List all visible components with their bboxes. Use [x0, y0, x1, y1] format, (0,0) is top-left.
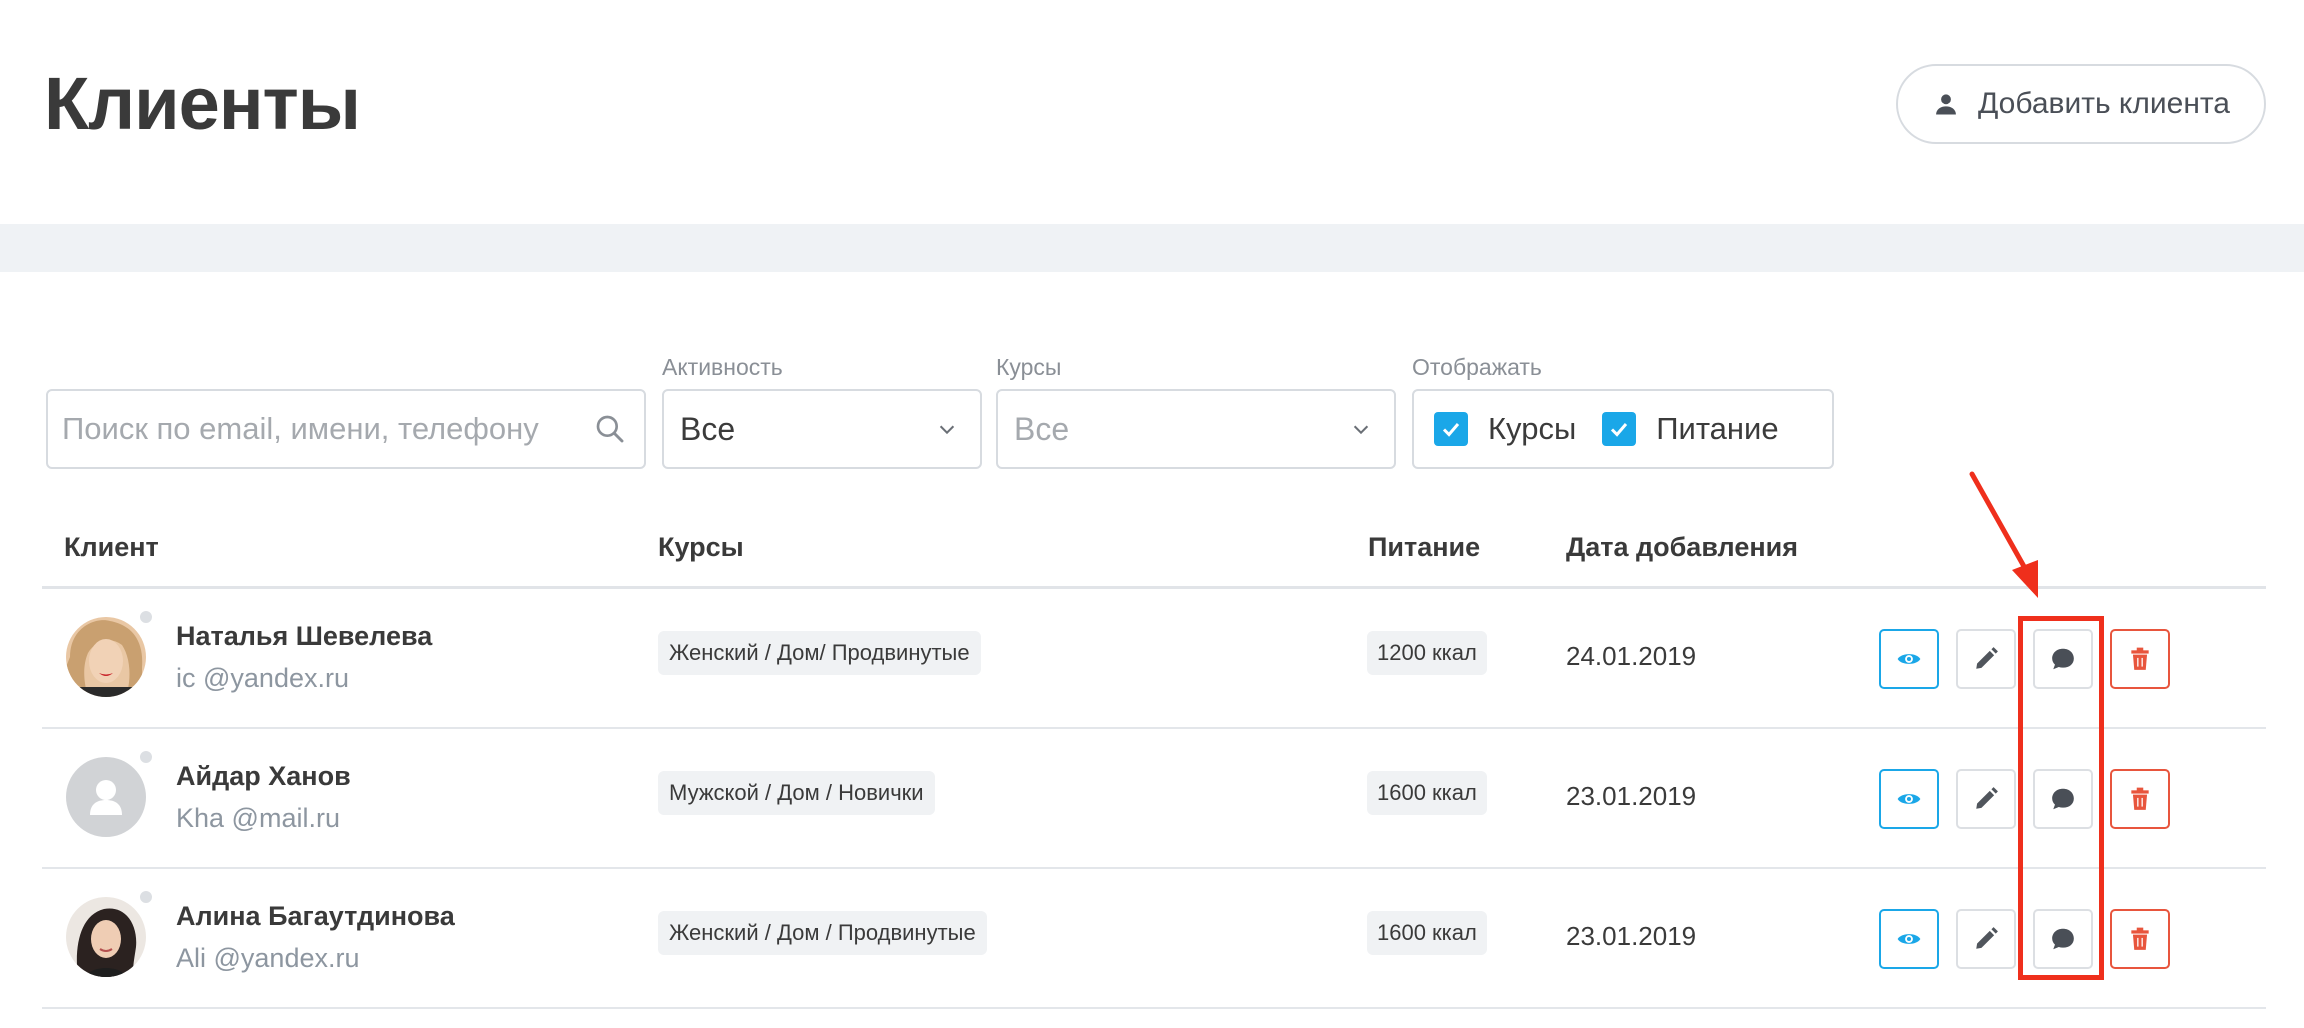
display-courses-label: Курсы [1488, 411, 1577, 446]
activity-select-value: Все [680, 410, 736, 447]
column-header-nutrition[interactable]: Питание [1368, 532, 1480, 563]
chevron-down-icon [1353, 425, 1369, 435]
search-icon[interactable] [594, 413, 626, 445]
trash-icon [2131, 647, 2149, 670]
add-client-button[interactable]: Добавить клиента [1896, 64, 2266, 144]
eye-icon [1897, 654, 1921, 664]
avatar[interactable] [66, 897, 146, 977]
column-header-date-added[interactable]: Дата добавления [1566, 532, 1798, 563]
pencil-icon [1976, 787, 1998, 809]
display-filter-label: Отображать [1412, 354, 1542, 380]
course-badge: Мужской / Дом / Новички [658, 771, 935, 815]
client-name[interactable]: Айдар Ханов [176, 761, 351, 792]
delete-client-button[interactable] [2110, 769, 2170, 829]
online-status-dot [138, 889, 154, 905]
online-status-dot [138, 749, 154, 765]
edit-client-button[interactable] [1956, 909, 2016, 969]
nutrition-badge: 1600 ккал [1367, 911, 1487, 955]
nutrition-badge: 1600 ккал [1367, 771, 1487, 815]
annotation-highlight-box [2018, 616, 2104, 980]
user-icon [1936, 94, 1956, 115]
column-header-client[interactable]: Клиент [64, 532, 159, 563]
add-client-label: Добавить клиента [1978, 87, 2230, 120]
page-title: Клиенты [44, 62, 361, 145]
avatar-placeholder[interactable] [66, 757, 146, 837]
course-badge: Женский / Дом/ Продвинутые [658, 631, 981, 675]
trash-icon [2131, 787, 2149, 810]
table-row[interactable]: Алина Багаутдинова Ali @yandex.ru Женски… [42, 869, 2266, 1009]
view-client-button[interactable] [1879, 909, 1939, 969]
display-courses-checkbox[interactable]: Курсы [1434, 411, 1576, 447]
date-added: 24.01.2019 [1566, 641, 1697, 671]
avatar[interactable] [66, 617, 146, 697]
view-client-button[interactable] [1879, 769, 1939, 829]
client-name[interactable]: Наталья Шевелева [176, 621, 432, 652]
eye-icon [1897, 794, 1921, 804]
checkbox-checked-icon[interactable] [1434, 412, 1468, 446]
client-name[interactable]: Алина Багаутдинова [176, 901, 455, 932]
client-email: Kha @mail.ru [176, 803, 340, 833]
client-email: Ali @yandex.ru [176, 943, 360, 973]
pencil-icon [1976, 927, 1998, 949]
online-status-dot [138, 609, 154, 625]
pencil-icon [1976, 647, 1998, 669]
trash-icon [2131, 927, 2149, 950]
column-header-courses[interactable]: Курсы [658, 532, 744, 563]
nutrition-badge: 1200 ккал [1367, 631, 1487, 675]
edit-client-button[interactable] [1956, 629, 2016, 689]
display-nutrition-label: Питание [1656, 411, 1779, 446]
table-row[interactable]: Айдар Ханов Kha @mail.ru Мужской / Дом /… [42, 729, 2266, 869]
chevron-down-icon [939, 425, 955, 435]
activity-filter-label: Активность [662, 354, 783, 380]
view-client-button[interactable] [1879, 629, 1939, 689]
display-nutrition-checkbox[interactable]: Питание [1602, 411, 1779, 447]
edit-client-button[interactable] [1956, 769, 2016, 829]
client-email: ic @yandex.ru [176, 663, 349, 693]
search-input[interactable] [62, 411, 594, 447]
courses-select[interactable]: Все [996, 389, 1396, 469]
date-added: 23.01.2019 [1566, 921, 1697, 951]
delete-client-button[interactable] [2110, 909, 2170, 969]
course-badge: Женский / Дом / Продвинутые [658, 911, 987, 955]
display-options: Курсы Питание [1412, 389, 1834, 469]
checkbox-checked-icon[interactable] [1602, 412, 1637, 446]
table-row[interactable]: Наталья Шевелева ic @yandex.ru Женский /… [42, 589, 2266, 729]
courses-filter-label: Курсы [996, 354, 1062, 380]
search-field[interactable] [46, 389, 646, 469]
courses-select-value: Все [1014, 410, 1070, 447]
activity-select[interactable]: Все [662, 389, 982, 469]
delete-client-button[interactable] [2110, 629, 2170, 689]
eye-icon [1897, 934, 1921, 944]
separator-band [0, 224, 2304, 272]
date-added: 23.01.2019 [1566, 781, 1697, 811]
